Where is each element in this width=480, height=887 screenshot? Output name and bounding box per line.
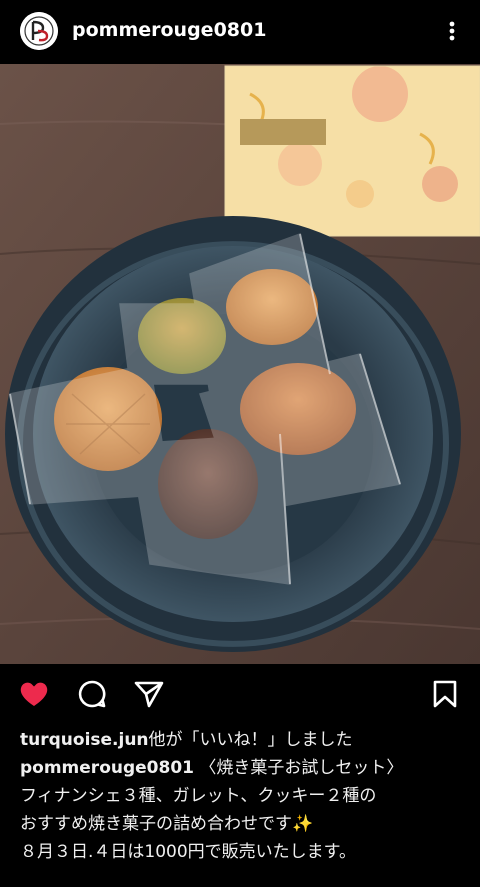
comment-icon [78,680,106,708]
send-icon [134,681,164,708]
like-button[interactable] [18,678,50,710]
post-username[interactable]: pommerouge0801 [72,19,266,41]
likes-summary: turquoise.jun他が「いいね！」しました [20,726,470,754]
more-vertical-icon [449,21,455,41]
baked-sweets-photo [0,64,480,664]
caption-text-1: 〈焼き菓子お試しセット〉 [199,758,404,778]
caption-line-3: おすすめ焼き菓子の詰め合わせです✨ [20,814,314,834]
caption-username[interactable]: pommerouge0801 [20,758,194,778]
caption-line-4: ８月３日.４日は1000円で販売いたします。 [20,842,356,862]
comment-button[interactable] [76,678,108,710]
caption-line-2: フィナンシェ３種、ガレット、クッキー２種の [20,786,377,806]
post-caption: turquoise.jun他が「いいね！」しました pommerouge0801… [20,726,470,866]
avatar[interactable] [20,12,58,50]
post-photo[interactable] [0,64,480,664]
bookmark-icon [433,680,457,708]
likes-text: 他が「いいね！」しました [148,730,353,750]
post-header: pommerouge0801 [0,0,480,64]
heart-icon [20,682,48,706]
more-options-button[interactable] [440,16,464,46]
save-button[interactable] [429,678,461,710]
liked-by-user[interactable]: turquoise.jun [20,730,149,750]
pommerouge-logo [20,12,58,50]
share-button[interactable] [133,678,165,710]
action-bar [0,664,480,724]
caption-line-1: pommerouge0801 〈焼き菓子お試しセット〉 [20,754,470,782]
